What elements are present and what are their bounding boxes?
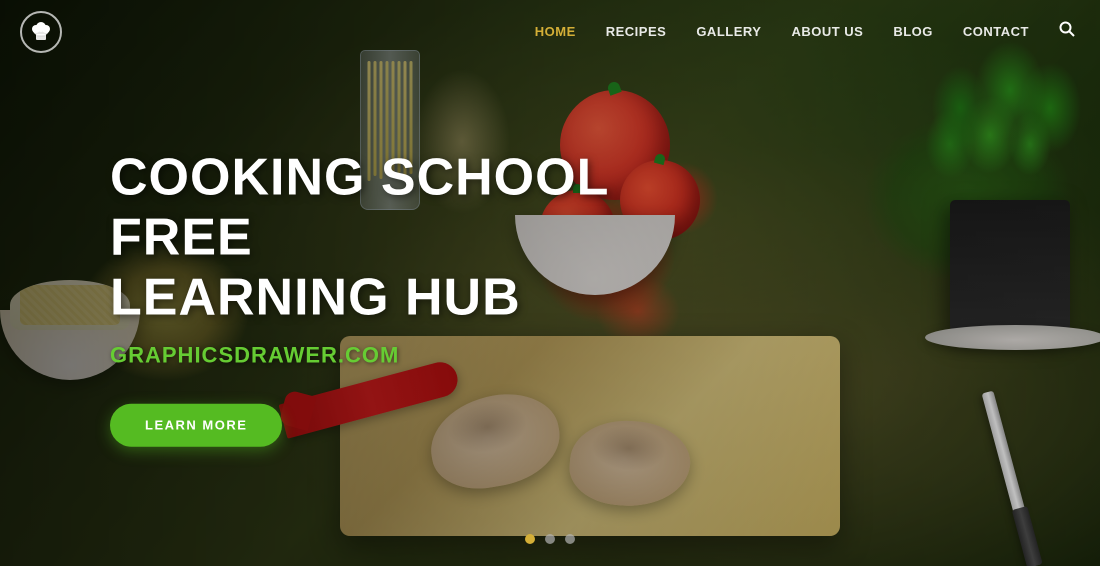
nav-blog[interactable]: BLOG	[893, 24, 933, 39]
chef-hat-icon	[29, 20, 53, 44]
learn-more-button[interactable]: LEARN MORE	[110, 404, 282, 447]
nav-links: HOME RECIPES GALLERY ABOUT US BLOG CONTA…	[535, 21, 1075, 42]
nav-gallery[interactable]: GALLERY	[696, 24, 761, 39]
hero-title-line1: COOKING SCHOOL FREE	[110, 149, 608, 267]
slide-dot-3[interactable]	[565, 534, 575, 544]
nav-home[interactable]: HOME	[535, 24, 576, 39]
logo[interactable]	[20, 11, 62, 53]
hero-content: COOKING SCHOOL FREE LEARNING HUB GRAPHIC…	[110, 149, 710, 447]
navbar: HOME RECIPES GALLERY ABOUT US BLOG CONTA…	[0, 0, 1100, 63]
hero-title-line2: LEARNING HUB	[110, 268, 521, 326]
nav-about-us[interactable]: ABOUT US	[791, 24, 863, 39]
nav-contact[interactable]: CONTACT	[963, 24, 1029, 39]
slide-dots	[525, 534, 575, 544]
slide-dot-1[interactable]	[525, 534, 535, 544]
hero-subtitle: GRAPHICSDRAWER.COM	[110, 343, 710, 369]
logo-icon	[20, 11, 62, 53]
hero-section: HOME RECIPES GALLERY ABOUT US BLOG CONTA…	[0, 0, 1100, 566]
nav-recipes[interactable]: RECIPES	[606, 24, 667, 39]
slide-dot-2[interactable]	[545, 534, 555, 544]
search-icon[interactable]	[1059, 21, 1075, 42]
hero-title: COOKING SCHOOL FREE LEARNING HUB	[110, 149, 710, 328]
